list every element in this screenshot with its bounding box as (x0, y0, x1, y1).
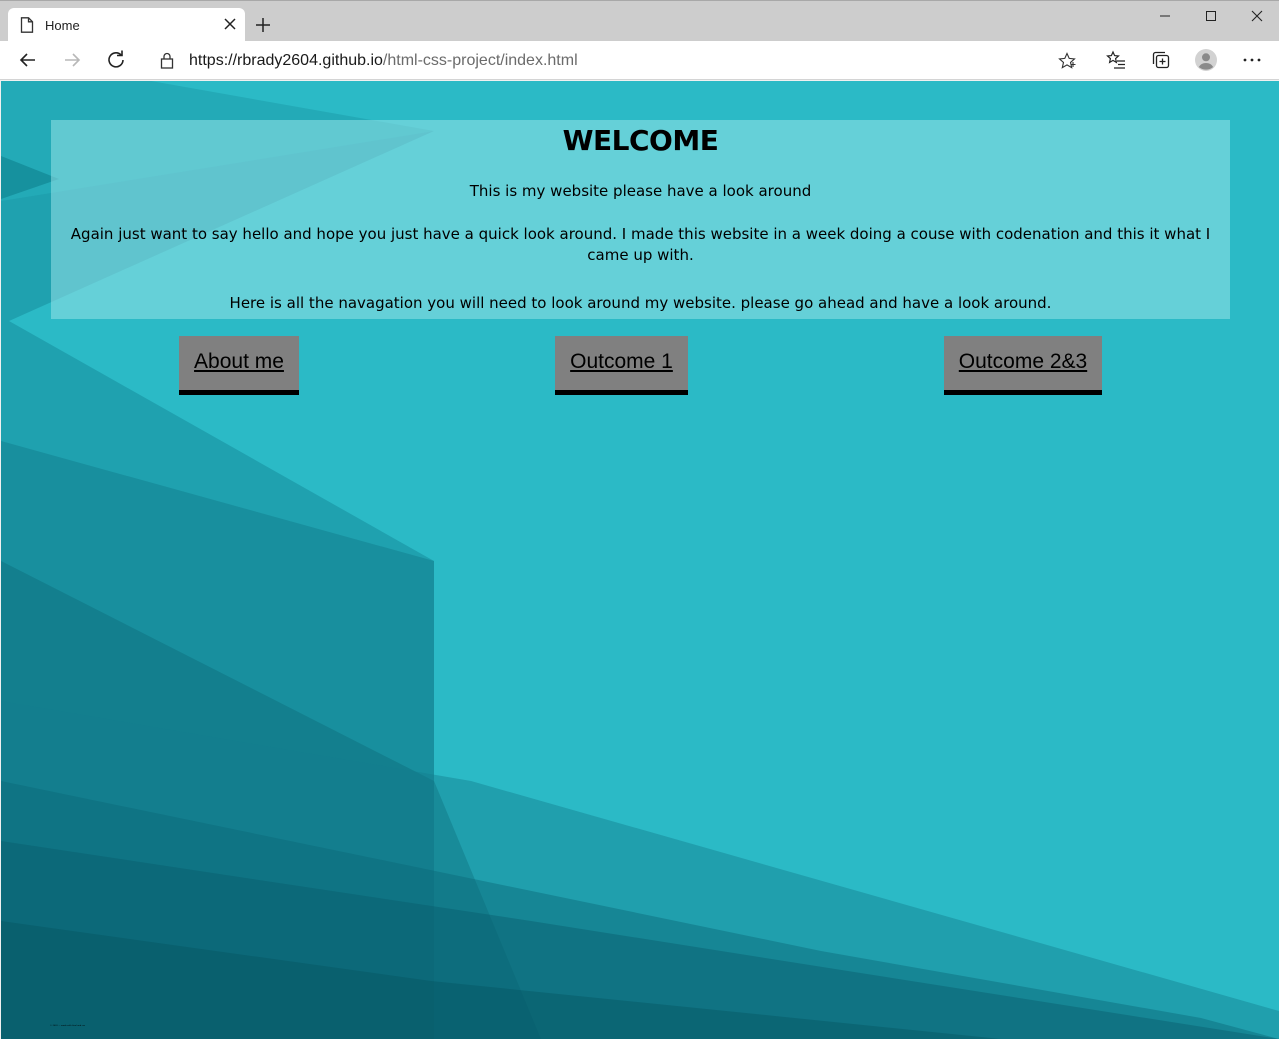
tab-home[interactable]: Home (8, 8, 245, 42)
collections-icon[interactable] (1151, 50, 1171, 70)
close-icon[interactable] (224, 18, 236, 30)
footer-text: © 2020 — made with html and css (50, 1025, 85, 1027)
page-title: WELCOME (562, 124, 719, 157)
intro-paragraph: This is my website please have a look ar… (469, 182, 812, 200)
nav-outcome-2-3-link[interactable]: Outcome 2&3 (944, 336, 1102, 395)
plus-icon[interactable] (254, 16, 272, 34)
address-bar[interactable]: https://rbrady2604.github.io/html-css-pr… (146, 46, 1090, 75)
favorites-list-icon[interactable] (1106, 50, 1126, 70)
browser-toolbar: https://rbrady2604.github.io/html-css-pr… (0, 41, 1279, 80)
page-viewport: WELCOME This is my website please have a… (1, 81, 1279, 1039)
page-icon (20, 17, 34, 33)
maximize-icon[interactable] (1204, 9, 1218, 23)
minimize-icon[interactable] (1158, 9, 1172, 23)
url-text: https://rbrady2604.github.io/html-css-pr… (189, 52, 578, 70)
nav-about-me-link[interactable]: About me (179, 336, 299, 395)
star-icon[interactable] (1058, 52, 1076, 70)
arrow-right-icon[interactable] (62, 50, 82, 70)
avatar-icon[interactable] (1195, 49, 1217, 71)
tab-title: Home (45, 18, 80, 33)
lock-icon (160, 52, 174, 69)
window-close-icon[interactable] (1250, 9, 1264, 23)
refresh-icon[interactable] (106, 50, 126, 70)
navigation-paragraph: Here is all the navagation you will need… (229, 294, 1052, 312)
arrow-left-icon[interactable] (18, 50, 38, 70)
url-path: /html-css-project/index.html (382, 52, 578, 69)
nav-outcome-1-link[interactable]: Outcome 1 (555, 336, 688, 395)
tab-strip: Home (0, 0, 1279, 42)
ellipsis-icon[interactable] (1242, 50, 1262, 70)
url-host: https://rbrady2604.github.io (189, 52, 383, 69)
about-paragraph: Again just want to say hello and hope yo… (70, 225, 1211, 264)
welcome-section: WELCOME This is my website please have a… (51, 120, 1230, 319)
